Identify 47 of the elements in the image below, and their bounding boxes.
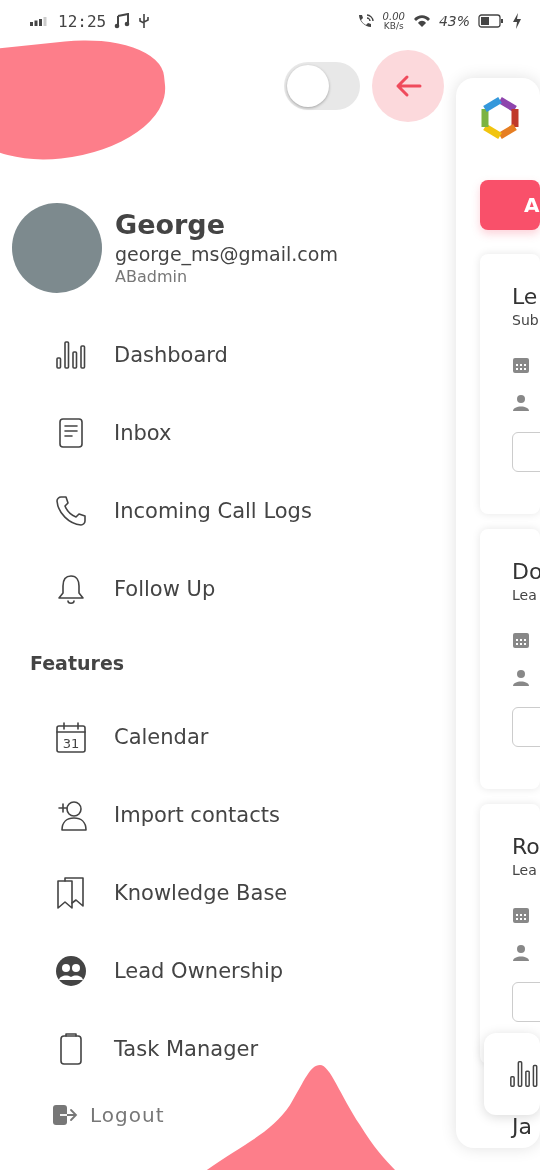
menu-item[interactable]: Inbox — [0, 394, 456, 472]
bar-chart-icon — [54, 338, 88, 372]
person-icon — [512, 944, 530, 962]
battery-percentage: 43% — [438, 13, 470, 29]
lead-card[interactable]: Le Sub — [480, 254, 540, 514]
menu-item[interactable]: Incoming Call Logs — [0, 472, 456, 550]
calendar-icon — [512, 631, 530, 649]
user-role: ABadmin — [115, 267, 189, 287]
menu-item[interactable]: Knowledge Base — [0, 854, 456, 932]
menu-item[interactable]: Task Manager — [0, 1010, 456, 1088]
calendar-icon — [512, 906, 530, 924]
hexagon-logo-icon — [480, 96, 520, 140]
card-title: Le — [512, 283, 539, 311]
person-icon — [512, 394, 530, 412]
lead-card[interactable]: Ro Lea — [480, 804, 540, 1064]
network-speed-unit: KB/s — [383, 21, 404, 31]
section-heading: Features — [29, 651, 126, 676]
menu-item[interactable]: Dashboard — [0, 316, 456, 394]
network-speed: 0.00 — [382, 11, 405, 22]
phone-icon — [54, 494, 88, 528]
menu-item[interactable]: Lead Ownership — [0, 932, 456, 1010]
chart-shortcut-menu[interactable] — [484, 1033, 540, 1115]
user-name: George — [115, 209, 226, 241]
charging-icon — [512, 13, 522, 29]
logout-button[interactable]: Logout — [0, 1095, 165, 1135]
person-icon — [512, 669, 530, 687]
signal-icon — [30, 16, 50, 26]
toggle-switch[interactable] — [284, 62, 360, 110]
menu-item[interactable]: Follow Up — [0, 550, 456, 628]
status-time: 12:25 — [58, 11, 107, 31]
wifi-call-icon — [356, 13, 375, 29]
menu-item[interactable]: Import contacts — [0, 776, 456, 854]
logout-icon — [52, 1104, 78, 1126]
wifi-icon — [412, 14, 431, 28]
card-title: Ja — [510, 1114, 533, 1139]
people-icon — [54, 954, 88, 988]
card-subtitle: Lea — [512, 862, 538, 878]
music-note-icon — [114, 13, 131, 29]
card-subtitle: Lea — [512, 587, 538, 603]
card-title: Ro — [512, 833, 540, 861]
battery-icon — [478, 14, 504, 28]
user-email: george_ms@gmail.com — [115, 242, 338, 267]
back-arrow-icon — [394, 74, 422, 98]
usb-icon — [138, 13, 151, 29]
calendar-icon — [512, 356, 530, 374]
card-subtitle: Sub — [512, 312, 540, 328]
menu-item[interactable]: 31 Calendar — [0, 698, 456, 776]
